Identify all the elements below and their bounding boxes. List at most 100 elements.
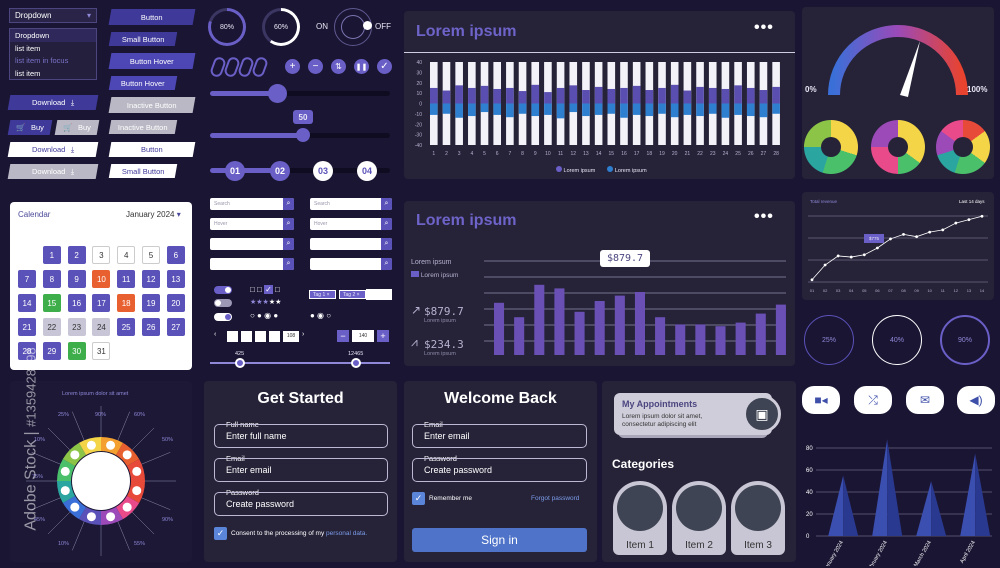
sort-icon[interactable]: ⇅ xyxy=(331,59,346,74)
remember-checkbox[interactable]: ✓ xyxy=(412,492,425,505)
sign-in-button[interactable]: Sign in xyxy=(412,528,587,552)
step-02[interactable]: 02 xyxy=(270,161,290,181)
tag-input[interactable] xyxy=(366,289,392,300)
calendar-day[interactable]: 1 xyxy=(42,246,61,264)
calendar-day[interactable]: 3 xyxy=(92,246,111,264)
radio-row[interactable]: ○ ● ◉ ● xyxy=(250,311,278,320)
dropdown-item[interactable]: list item xyxy=(10,42,96,55)
slider-knob[interactable] xyxy=(268,84,287,103)
calendar-day[interactable]: 5 xyxy=(142,246,160,264)
range-min-knob[interactable] xyxy=(235,358,245,368)
dropdown[interactable]: Dropdown ▾ xyxy=(9,8,97,23)
search-input[interactable]: Search ⌕ xyxy=(310,198,392,210)
calendar-day[interactable]: 7 xyxy=(18,270,36,288)
step-03[interactable]: 03 xyxy=(313,161,333,181)
toggle-switch[interactable] xyxy=(214,286,232,294)
prev-icon[interactable]: ‹ xyxy=(214,331,224,342)
calendar-day[interactable]: 2 xyxy=(67,246,86,264)
stepper-minus[interactable]: − xyxy=(337,330,349,342)
page-button[interactable] xyxy=(241,331,252,342)
password-input[interactable]: Create password xyxy=(412,458,587,482)
primary-button[interactable]: Button xyxy=(108,9,196,25)
calendar-day[interactable]: 4 xyxy=(117,246,136,264)
calendar-month[interactable]: January 2024 ▾ xyxy=(126,210,181,219)
dropdown-header[interactable]: Dropdown ▾ xyxy=(9,8,97,23)
plus-icon[interactable]: + xyxy=(285,59,300,74)
dropdown-item-focus[interactable]: list item in focus xyxy=(10,54,96,67)
inactive-small-button[interactable]: Inactive Button xyxy=(108,120,178,134)
stepper-value[interactable]: 140 xyxy=(352,330,374,342)
download-button-white[interactable]: Download ⤓ xyxy=(7,142,99,157)
tag-chip[interactable]: Tag 1 × xyxy=(309,290,336,299)
calendar-day[interactable]: 29 xyxy=(42,342,61,360)
search-icon[interactable]: ⌕ xyxy=(283,218,294,230)
search-icon[interactable]: ⌕ xyxy=(283,258,294,270)
dial-knob[interactable] xyxy=(334,8,372,46)
page-button[interactable] xyxy=(269,331,280,342)
category-item-2[interactable]: Item 2 xyxy=(672,481,726,555)
calendar-day[interactable]: 18 xyxy=(117,294,136,312)
tag-chip[interactable]: Tag 2 × xyxy=(339,290,366,299)
search-icon[interactable]: ⌕ xyxy=(283,198,294,210)
forgot-password-link[interactable]: Forgot password xyxy=(531,495,579,502)
shuffle-icon[interactable]: ⤮ xyxy=(854,386,892,414)
white-small-button[interactable]: Small Button xyxy=(108,164,178,178)
download-button[interactable]: Download ⤓ xyxy=(7,95,99,110)
check-icon[interactable]: ✓ xyxy=(377,59,392,74)
search-icon[interactable]: ⌕ xyxy=(381,258,392,270)
more-icon[interactable]: ••• xyxy=(754,19,774,37)
calendar-day[interactable]: 10 xyxy=(92,270,111,288)
consent-link[interactable]: personal data. xyxy=(326,530,367,537)
calendar-day[interactable]: 21 xyxy=(18,318,36,336)
search-input[interactable]: ⌕ xyxy=(210,258,294,270)
calendar-day[interactable]: 25 xyxy=(117,318,136,336)
search-input[interactable]: ⌕ xyxy=(310,238,392,250)
video-icon[interactable]: ■◂ xyxy=(802,386,840,414)
dropdown-item[interactable]: list item xyxy=(10,67,96,80)
more-icon[interactable]: ••• xyxy=(754,208,774,226)
search-input[interactable]: ⌕ xyxy=(310,258,392,270)
step-01[interactable]: 01 xyxy=(225,161,245,181)
search-input-hover[interactable]: Hover ⌕ xyxy=(310,218,392,230)
calendar-day[interactable]: 13 xyxy=(166,270,185,288)
buy-button[interactable]: 🛒 Buy xyxy=(7,120,53,135)
search-icon[interactable]: ⌕ xyxy=(381,218,392,230)
calendar-day[interactable]: 17 xyxy=(92,294,111,312)
calendar-day[interactable]: 6 xyxy=(166,246,185,264)
radio-row[interactable]: ● ◉ ○ xyxy=(310,311,331,320)
calendar-day[interactable]: 8 xyxy=(42,270,61,288)
password-input[interactable]: Create password xyxy=(214,492,388,516)
calendar-day[interactable]: 26 xyxy=(142,318,160,336)
checkbox-row[interactable]: □ □ ✓ □ xyxy=(250,285,280,294)
calendar-day[interactable]: 20 xyxy=(166,294,185,312)
page-button[interactable] xyxy=(255,331,266,342)
slider-track[interactable] xyxy=(210,91,390,96)
hover-small-button[interactable]: Button Hover xyxy=(108,76,178,90)
stepper-plus[interactable]: + xyxy=(377,330,389,342)
calendar-day[interactable]: 9 xyxy=(67,270,86,288)
calendar-day[interactable]: 31 xyxy=(92,342,111,360)
volume-icon[interactable]: ◀) xyxy=(957,386,995,414)
calendar-day[interactable]: 23 xyxy=(67,318,86,336)
next-icon[interactable]: › xyxy=(302,331,312,342)
calendar-day[interactable]: 30 xyxy=(67,342,86,360)
white-button[interactable]: Button xyxy=(108,142,196,157)
minus-icon[interactable]: − xyxy=(308,59,323,74)
pause-icon[interactable]: ❚❚ xyxy=(354,59,369,74)
search-input[interactable]: Search ⌕ xyxy=(210,198,294,210)
step-04[interactable]: 04 xyxy=(357,161,377,181)
search-icon[interactable]: ⌕ xyxy=(381,238,392,250)
calendar-day[interactable]: 19 xyxy=(142,294,160,312)
buy-button-inactive[interactable]: 🛒 Buy xyxy=(54,120,100,135)
page-button[interactable] xyxy=(227,331,238,342)
hover-button[interactable]: Button Hover xyxy=(108,53,196,69)
calendar-day[interactable]: 12 xyxy=(142,270,160,288)
value-slider-knob[interactable] xyxy=(296,128,310,142)
small-button[interactable]: Small Button xyxy=(108,32,178,46)
dropdown-item[interactable]: Dropdown xyxy=(10,29,96,42)
calendar-day[interactable]: 14 xyxy=(18,294,36,312)
calendar-day[interactable]: 15 xyxy=(42,294,61,312)
rating-stars[interactable]: ★★★★★ xyxy=(250,298,281,306)
calendar-day[interactable]: 22 xyxy=(42,318,61,336)
page-button-last[interactable]: 108 xyxy=(283,331,299,342)
